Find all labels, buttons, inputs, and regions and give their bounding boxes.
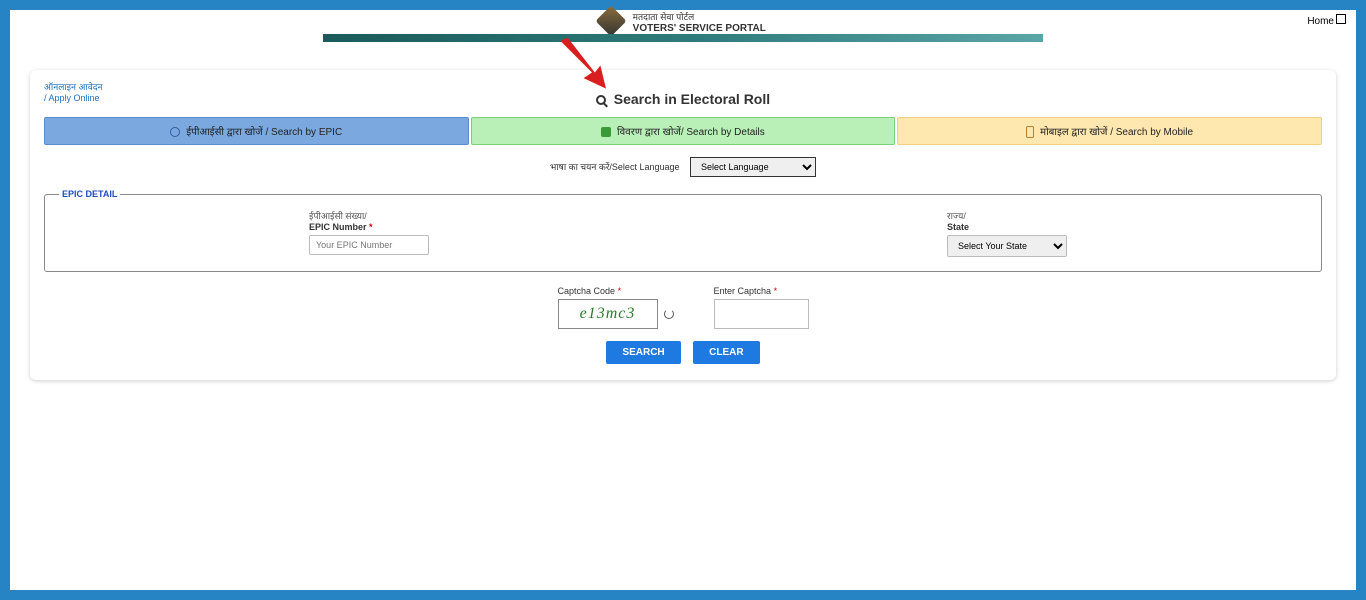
clear-button[interactable]: CLEAR [693,341,759,364]
external-link-icon [1336,14,1346,24]
home-link[interactable]: Home [1307,14,1346,27]
language-row: भाषा का चयन करें/Select Language Select … [44,157,1322,177]
state-field: राज्य/ State Select Your State [947,209,1067,257]
epic-number-input[interactable] [309,235,429,255]
refresh-icon[interactable] [664,309,674,319]
page-title: Search in Electoral Roll [44,91,1322,107]
captcha-input[interactable] [714,299,809,329]
logo-icon [596,5,627,36]
captcha-image: e13mc3 [558,299,658,329]
tab-search-by-epic[interactable]: ईपीआईसी द्वारा खोजें / Search by EPIC [44,117,469,145]
home-link-label: Home [1307,16,1334,27]
tab-search-by-details[interactable]: विवरण द्वारा खोजें/ Search by Details [471,117,896,145]
banner-strip [323,34,1043,42]
tab-mobile-label: मोबाइल द्वारा खोजें / Search by Mobile [1040,127,1193,138]
header-line-english: VOTERS' SERVICE PORTAL [633,23,766,34]
header-line-hindi: मतदाता सेवा पोर्टल [633,10,766,23]
search-button[interactable]: SEARCH [606,341,680,364]
enter-captcha-label: Enter Captcha * [714,286,809,296]
epic-number-label-english: EPIC Number * [309,222,429,232]
epic-number-label-hindi: ईपीआईसी संख्या/ [309,209,429,222]
language-select[interactable]: Select Language [690,157,816,177]
tab-search-by-mobile[interactable]: मोबाइल द्वारा खोजें / Search by Mobile [897,117,1322,145]
captcha-row: Captcha Code * e13mc3 Enter Captcha * [44,286,1322,329]
epic-detail-fieldset: EPIC DETAIL ईपीआईसी संख्या/ EPIC Number … [44,189,1322,272]
mobile-icon [1026,126,1034,138]
state-label-english: State [947,222,1067,232]
epic-number-field: ईपीआईसी संख्या/ EPIC Number * [309,209,429,257]
main-card: ऑनलाइन आवेदन / Apply Online Search in El… [30,70,1336,380]
enter-captcha-block: Enter Captcha * [714,286,809,329]
tab-details-label: विवरण द्वारा खोजें/ Search by Details [617,127,765,138]
captcha-code-label: Captcha Code * [558,286,674,296]
details-icon [601,127,611,137]
annotation-arrow [550,34,620,109]
captcha-code-block: Captcha Code * e13mc3 [558,286,674,329]
tabs: ईपीआईसी द्वारा खोजें / Search by EPIC वि… [44,117,1322,145]
epic-detail-legend: EPIC DETAIL [59,189,120,199]
header: मतदाता सेवा पोर्टल VOTERS' SERVICE PORTA… [10,10,1356,34]
state-label-hindi: राज्य/ [947,209,1067,222]
button-row: SEARCH CLEAR [44,341,1322,364]
arrow-icon [550,34,620,104]
tab-epic-label: ईपीआईसी द्वारा खोजें / Search by EPIC [186,127,342,138]
state-select[interactable]: Select Your State [947,235,1067,257]
page-title-text: Search in Electoral Roll [614,91,770,107]
person-icon [170,127,180,137]
language-label: भाषा का चयन करें/Select Language [550,162,680,172]
